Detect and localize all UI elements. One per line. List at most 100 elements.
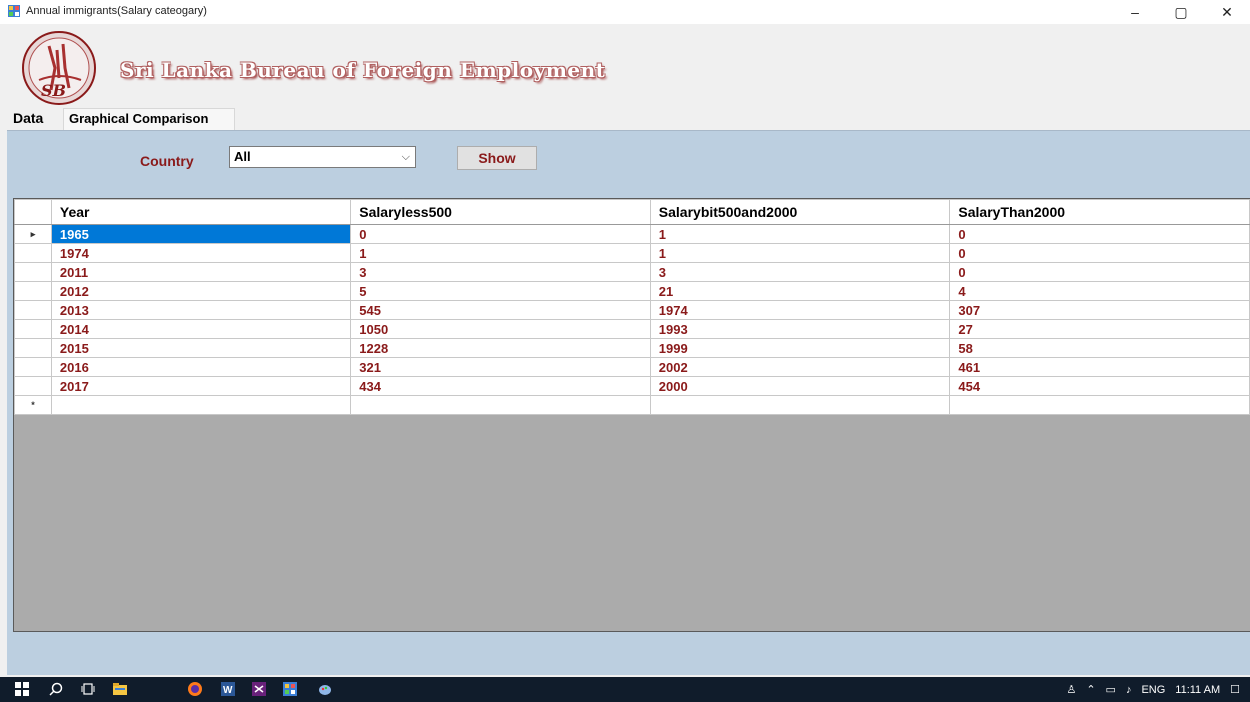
table-cell[interactable]: 1999 bbox=[649, 338, 951, 358]
table-cell[interactable]: 2016 bbox=[50, 357, 352, 377]
row-header-corner[interactable] bbox=[14, 199, 52, 225]
window-titlebar: Annual immigrants(Salary cateogary) – ▢ … bbox=[0, 0, 1250, 24]
table-cell[interactable]: 2014 bbox=[50, 319, 352, 339]
notification-icon[interactable]: ☐ bbox=[1230, 683, 1240, 696]
table-cell[interactable]: 321 bbox=[350, 357, 651, 377]
tab-data[interactable]: Data bbox=[8, 108, 62, 130]
table-cell[interactable]: 1228 bbox=[350, 338, 651, 358]
system-tray: ♙ ⌃ ▭ ♪ ENG 11:11 AM ☐ bbox=[1066, 677, 1250, 702]
table-cell[interactable]: 1974 bbox=[649, 300, 951, 320]
table-cell[interactable]: 2015 bbox=[50, 338, 352, 358]
table-cell[interactable]: 1 bbox=[649, 243, 951, 263]
column-header-salarythan2000[interactable]: SalaryThan2000 bbox=[949, 199, 1250, 225]
table-cell[interactable]: 1965 bbox=[50, 224, 352, 244]
language-indicator[interactable]: ENG bbox=[1141, 684, 1165, 696]
country-selected-value: All bbox=[234, 149, 251, 164]
table-cell[interactable] bbox=[949, 395, 1250, 415]
new-row[interactable]: * bbox=[14, 395, 1250, 415]
table-cell[interactable] bbox=[350, 395, 651, 415]
word-icon[interactable]: W bbox=[221, 682, 235, 696]
table-cell[interactable]: 2000 bbox=[649, 376, 951, 396]
table-cell[interactable]: 2012 bbox=[50, 281, 352, 301]
table-row[interactable]: 2016 321 2002 461 bbox=[14, 357, 1250, 377]
table-cell[interactable]: 0 bbox=[949, 243, 1250, 263]
chevron-down-icon[interactable]: ⌵ bbox=[402, 151, 410, 164]
running-app-icon[interactable] bbox=[283, 682, 297, 696]
data-table: Year Salaryless500 Salarybit500and2000 S… bbox=[14, 199, 1250, 415]
row-header[interactable] bbox=[14, 376, 52, 396]
row-header[interactable] bbox=[14, 243, 52, 263]
table-cell[interactable]: 0 bbox=[949, 262, 1250, 282]
table-cell[interactable]: 1993 bbox=[649, 319, 951, 339]
firefox-icon[interactable] bbox=[188, 682, 202, 696]
table-cell[interactable]: 1 bbox=[350, 243, 651, 263]
table-cell[interactable]: 0 bbox=[350, 224, 651, 244]
svg-text:SB: SB bbox=[41, 81, 66, 100]
table-row[interactable]: 2014 1050 1993 27 bbox=[14, 319, 1250, 339]
table-cell[interactable]: 58 bbox=[949, 338, 1250, 358]
new-row-indicator[interactable]: * bbox=[14, 395, 52, 415]
table-cell[interactable]: 2017 bbox=[50, 376, 352, 396]
table-cell[interactable]: 2011 bbox=[50, 262, 352, 282]
close-button[interactable]: ✕ bbox=[1204, 0, 1250, 24]
table-cell[interactable]: 21 bbox=[649, 281, 951, 301]
country-dropdown[interactable]: All ⌵ bbox=[229, 146, 416, 168]
people-icon[interactable]: ♙ bbox=[1066, 683, 1076, 696]
table-cell[interactable]: 1974 bbox=[50, 243, 352, 263]
table-cell[interactable]: 461 bbox=[949, 357, 1250, 377]
windows-start-icon[interactable] bbox=[15, 682, 29, 696]
volume-icon[interactable]: ♪ bbox=[1126, 684, 1132, 696]
windows-taskbar: W ♙ ⌃ ▭ ♪ ENG 11:11 AM ☐ bbox=[0, 677, 1250, 702]
table-cell[interactable]: 1 bbox=[649, 224, 951, 244]
visual-studio-icon[interactable] bbox=[252, 682, 266, 696]
table-row[interactable]: 2012 5 21 4 bbox=[14, 281, 1250, 301]
show-button[interactable]: Show bbox=[457, 146, 537, 170]
row-header[interactable] bbox=[14, 319, 52, 339]
table-cell[interactable]: 0 bbox=[949, 224, 1250, 244]
row-header[interactable] bbox=[14, 262, 52, 282]
row-header[interactable] bbox=[14, 338, 52, 358]
row-header[interactable] bbox=[14, 357, 52, 377]
table-cell[interactable]: 307 bbox=[949, 300, 1250, 320]
table-cell[interactable]: 545 bbox=[350, 300, 651, 320]
table-cell[interactable]: 3 bbox=[649, 262, 951, 282]
table-row[interactable]: ▸ 1965 0 1 0 bbox=[14, 224, 1250, 244]
task-view-icon[interactable] bbox=[81, 682, 95, 696]
table-row[interactable]: 2017 434 2000 454 bbox=[14, 376, 1250, 396]
column-header-salarybit500and2000[interactable]: Salarybit500and2000 bbox=[649, 199, 951, 225]
minimize-button[interactable]: – bbox=[1112, 0, 1158, 24]
table-cell[interactable]: 1050 bbox=[350, 319, 651, 339]
current-row-indicator[interactable]: ▸ bbox=[14, 224, 52, 244]
table-cell[interactable]: 2002 bbox=[649, 357, 951, 377]
table-row[interactable]: 2013 545 1974 307 bbox=[14, 300, 1250, 320]
table-cell[interactable]: 454 bbox=[949, 376, 1250, 396]
data-grid[interactable]: Year Salaryless500 Salarybit500and2000 S… bbox=[13, 198, 1250, 632]
network-icon[interactable]: ▭ bbox=[1106, 683, 1116, 696]
chevron-up-icon[interactable]: ⌃ bbox=[1086, 683, 1095, 696]
table-cell[interactable]: 27 bbox=[949, 319, 1250, 339]
file-explorer-icon[interactable] bbox=[113, 682, 127, 696]
column-header-salaryless500[interactable]: Salaryless500 bbox=[350, 199, 651, 225]
row-header[interactable] bbox=[14, 281, 52, 301]
table-cell[interactable]: 5 bbox=[350, 281, 651, 301]
table-cell[interactable]: 2013 bbox=[50, 300, 352, 320]
table-row[interactable]: 1974 1 1 0 bbox=[14, 243, 1250, 263]
search-icon[interactable] bbox=[49, 682, 63, 696]
table-row[interactable]: 2011 3 3 0 bbox=[14, 262, 1250, 282]
app-icon bbox=[8, 5, 20, 17]
table-cell[interactable]: 4 bbox=[949, 281, 1250, 301]
table-cell[interactable]: 434 bbox=[350, 376, 651, 396]
header-row: Year Salaryless500 Salarybit500and2000 S… bbox=[14, 199, 1250, 225]
restore-button[interactable]: ▢ bbox=[1158, 0, 1204, 24]
table-row[interactable]: 2015 1228 1999 58 bbox=[14, 338, 1250, 358]
clock[interactable]: 11:11 AM bbox=[1175, 684, 1220, 696]
svg-text:W: W bbox=[223, 685, 233, 696]
table-cell[interactable]: 3 bbox=[350, 262, 651, 282]
bureau-logo: SB bbox=[22, 31, 96, 105]
tab-graphical-comparison[interactable]: Graphical Comparison bbox=[63, 108, 235, 130]
table-cell[interactable] bbox=[649, 395, 951, 415]
row-header[interactable] bbox=[14, 300, 52, 320]
column-header-year[interactable]: Year bbox=[50, 199, 352, 225]
table-cell[interactable] bbox=[50, 395, 352, 415]
paint-icon[interactable] bbox=[318, 682, 332, 696]
